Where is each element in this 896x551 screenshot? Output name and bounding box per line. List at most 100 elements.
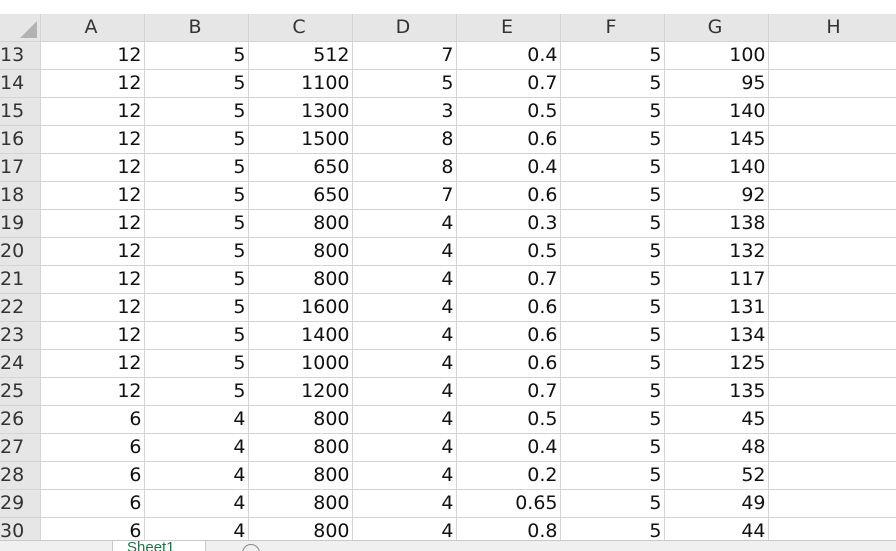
- cell-g23[interactable]: 134: [664, 321, 769, 350]
- cell-b26[interactable]: 4: [144, 405, 249, 434]
- cell-c14[interactable]: 1100: [248, 69, 353, 98]
- cell-d19[interactable]: 4: [352, 209, 457, 238]
- cell-c21[interactable]: 800: [248, 265, 353, 294]
- cell-f26[interactable]: 5: [560, 405, 665, 434]
- cell-e27[interactable]: 0.4: [456, 433, 561, 462]
- cell-d27[interactable]: 4: [352, 433, 457, 462]
- cell-h30[interactable]: [768, 517, 896, 540]
- cell-d16[interactable]: 8: [352, 125, 457, 154]
- cell-h27[interactable]: [768, 433, 896, 462]
- cell-f18[interactable]: 5: [560, 181, 665, 210]
- row-header-17[interactable]: 17: [0, 153, 41, 182]
- spreadsheet-grid[interactable]: ABCDEFGH 13 12 5 512 7 0.4 5 100 14 12 5 1100 5 0.7 5 9…: [0, 14, 896, 540]
- cell-f21[interactable]: 5: [560, 265, 665, 294]
- cell-h19[interactable]: [768, 209, 896, 238]
- cell-g14[interactable]: 95: [664, 69, 769, 98]
- cell-a23[interactable]: 12: [40, 321, 145, 350]
- cell-f30[interactable]: 5: [560, 517, 665, 540]
- cell-c18[interactable]: 650: [248, 181, 353, 210]
- cell-c17[interactable]: 650: [248, 153, 353, 182]
- column-header-h[interactable]: H: [768, 14, 896, 42]
- cell-b19[interactable]: 5: [144, 209, 249, 238]
- cell-e16[interactable]: 0.6: [456, 125, 561, 154]
- row-header-20[interactable]: 20: [0, 237, 41, 266]
- cell-g16[interactable]: 145: [664, 125, 769, 154]
- cell-g18[interactable]: 92: [664, 181, 769, 210]
- cell-b29[interactable]: 4: [144, 489, 249, 518]
- select-all-corner[interactable]: [0, 14, 41, 42]
- cell-d20[interactable]: 4: [352, 237, 457, 266]
- cell-a24[interactable]: 12: [40, 349, 145, 378]
- row-header-15[interactable]: 15: [0, 97, 41, 126]
- cell-d23[interactable]: 4: [352, 321, 457, 350]
- cell-a14[interactable]: 12: [40, 69, 145, 98]
- cell-c13[interactable]: 512: [248, 41, 353, 70]
- cell-d24[interactable]: 4: [352, 349, 457, 378]
- row-header-26[interactable]: 26: [0, 405, 41, 434]
- cell-g30[interactable]: 44: [664, 517, 769, 540]
- cell-d13[interactable]: 7: [352, 41, 457, 70]
- column-header-b[interactable]: B: [144, 14, 249, 42]
- cell-f29[interactable]: 5: [560, 489, 665, 518]
- column-header-a[interactable]: A: [40, 14, 145, 42]
- cell-c16[interactable]: 1500: [248, 125, 353, 154]
- cell-h24[interactable]: [768, 349, 896, 378]
- cell-c25[interactable]: 1200: [248, 377, 353, 406]
- cell-c23[interactable]: 1400: [248, 321, 353, 350]
- cell-c24[interactable]: 1000: [248, 349, 353, 378]
- column-header-g[interactable]: G: [664, 14, 769, 42]
- cell-g22[interactable]: 131: [664, 293, 769, 322]
- cell-b22[interactable]: 5: [144, 293, 249, 322]
- cell-e19[interactable]: 0.3: [456, 209, 561, 238]
- cell-f16[interactable]: 5: [560, 125, 665, 154]
- cell-a25[interactable]: 12: [40, 377, 145, 406]
- cell-b21[interactable]: 5: [144, 265, 249, 294]
- cell-g25[interactable]: 135: [664, 377, 769, 406]
- cell-h22[interactable]: [768, 293, 896, 322]
- cell-b23[interactable]: 5: [144, 321, 249, 350]
- cell-g26[interactable]: 45: [664, 405, 769, 434]
- cell-e17[interactable]: 0.4: [456, 153, 561, 182]
- cell-f19[interactable]: 5: [560, 209, 665, 238]
- cell-h15[interactable]: [768, 97, 896, 126]
- cell-h17[interactable]: [768, 153, 896, 182]
- cell-c15[interactable]: 1300: [248, 97, 353, 126]
- cell-e15[interactable]: 0.5: [456, 97, 561, 126]
- cell-g15[interactable]: 140: [664, 97, 769, 126]
- cell-f17[interactable]: 5: [560, 153, 665, 182]
- cell-f23[interactable]: 5: [560, 321, 665, 350]
- column-header-e[interactable]: E: [456, 14, 561, 42]
- cell-d17[interactable]: 8: [352, 153, 457, 182]
- cell-g21[interactable]: 117: [664, 265, 769, 294]
- cell-e20[interactable]: 0.5: [456, 237, 561, 266]
- row-header-14[interactable]: 14: [0, 69, 41, 98]
- cell-a28[interactable]: 6: [40, 461, 145, 490]
- cell-b30[interactable]: 4: [144, 517, 249, 540]
- cell-c28[interactable]: 800: [248, 461, 353, 490]
- cell-f20[interactable]: 5: [560, 237, 665, 266]
- cell-a27[interactable]: 6: [40, 433, 145, 462]
- cell-a19[interactable]: 12: [40, 209, 145, 238]
- cell-e26[interactable]: 0.5: [456, 405, 561, 434]
- cell-a18[interactable]: 12: [40, 181, 145, 210]
- cell-a30[interactable]: 6: [40, 517, 145, 540]
- cell-b28[interactable]: 4: [144, 461, 249, 490]
- cell-g17[interactable]: 140: [664, 153, 769, 182]
- cell-e23[interactable]: 0.6: [456, 321, 561, 350]
- cell-f25[interactable]: 5: [560, 377, 665, 406]
- cell-e22[interactable]: 0.6: [456, 293, 561, 322]
- cell-e30[interactable]: 0.8: [456, 517, 561, 540]
- row-header-13[interactable]: 13: [0, 41, 41, 70]
- cell-h21[interactable]: [768, 265, 896, 294]
- cell-d14[interactable]: 5: [352, 69, 457, 98]
- cell-b16[interactable]: 5: [144, 125, 249, 154]
- cell-c27[interactable]: 800: [248, 433, 353, 462]
- cell-e13[interactable]: 0.4: [456, 41, 561, 70]
- row-header-21[interactable]: 21: [0, 265, 41, 294]
- cell-g27[interactable]: 48: [664, 433, 769, 462]
- cell-a26[interactable]: 6: [40, 405, 145, 434]
- row-header-16[interactable]: 16: [0, 125, 41, 154]
- row-header-30[interactable]: 30: [0, 517, 41, 540]
- cell-c26[interactable]: 800: [248, 405, 353, 434]
- cell-c20[interactable]: 800: [248, 237, 353, 266]
